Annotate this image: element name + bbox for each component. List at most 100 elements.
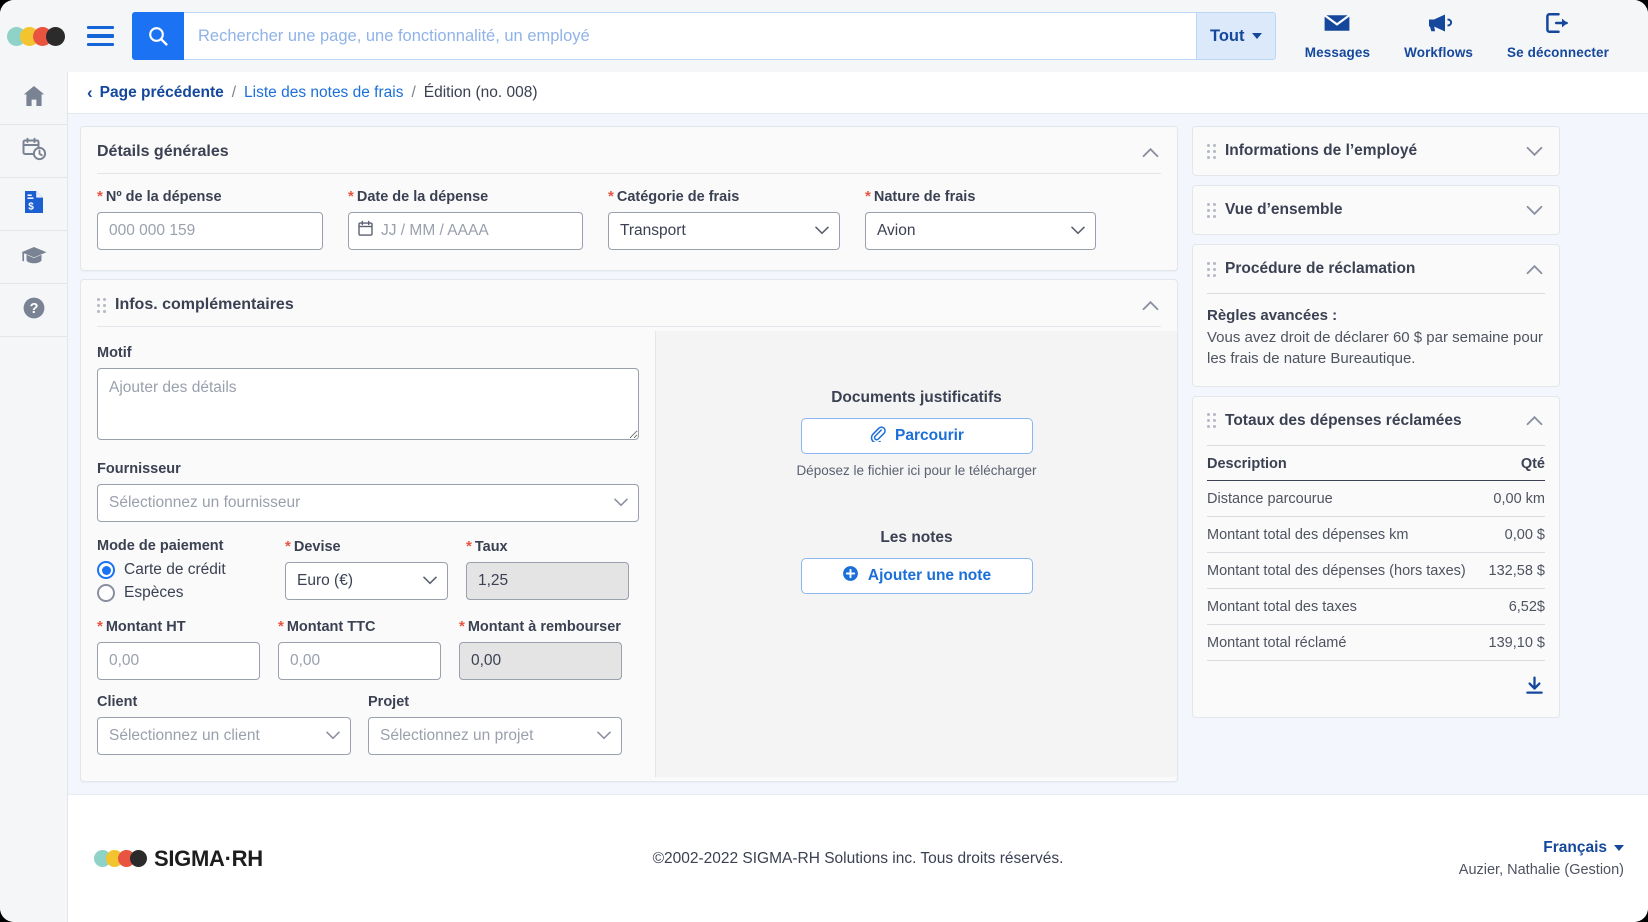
sidebar-item-time[interactable]: [0, 125, 68, 178]
payment-currency-rate-row: Mode de paiement Carte de crédit Espèces: [97, 538, 639, 602]
search-icon[interactable]: [132, 12, 184, 60]
search-input[interactable]: [184, 12, 1196, 60]
megaphone-icon: [1425, 12, 1453, 39]
devise-label-text: Devise: [294, 539, 341, 555]
search-scope-dropdown[interactable]: Tout: [1196, 12, 1276, 60]
table-row: Montant total des dépenses km 0,00 $: [1207, 516, 1545, 552]
svg-text:$: $: [28, 201, 34, 212]
plus-circle-icon: [842, 565, 859, 587]
category-select[interactable]: Transport: [608, 212, 840, 250]
employee-info-header[interactable]: Informations de l’employé: [1193, 127, 1559, 175]
devise-select[interactable]: Euro (€): [285, 562, 448, 600]
claim-procedure-header[interactable]: Procédure de réclamation: [1193, 245, 1559, 293]
breadcrumb: ‹ Page précédente / Liste des notes de f…: [68, 72, 1648, 114]
chevron-up-icon: [1526, 415, 1543, 426]
totals-header[interactable]: Totaux des dépenses réclamées: [1193, 397, 1559, 445]
claim-procedure-panel: Procédure de réclamation Règles avancées…: [1192, 244, 1560, 387]
breadcrumb-back-button[interactable]: ‹ Page précédente: [87, 84, 224, 102]
calendar-icon: [358, 221, 373, 242]
taux-input: [466, 562, 629, 600]
field-montant-rembourser: * Montant à rembourser: [459, 618, 622, 680]
sidebar-item-training[interactable]: [0, 231, 68, 284]
montant-rembourser-input: [459, 642, 622, 680]
documents-title: Documents justificatifs: [831, 389, 1002, 407]
montant-rembourser-label: * Montant à rembourser: [459, 618, 622, 635]
client-value: Sélectionnez un client: [109, 727, 260, 745]
expense-no-input[interactable]: [97, 212, 323, 250]
totals-col-description: Description: [1207, 446, 1484, 481]
radio-especes[interactable]: Espèces: [97, 584, 267, 602]
breadcrumb-list-link[interactable]: Liste des notes de frais: [244, 84, 403, 102]
fournisseur-label: Fournisseur: [97, 461, 639, 477]
messages-button[interactable]: Messages: [1288, 12, 1387, 60]
totals-table: Description Qté Distance parcourue 0,00 …: [1207, 446, 1545, 661]
drag-handle-icon[interactable]: [97, 298, 106, 313]
totals-row-description: Montant total réclamé: [1207, 624, 1484, 660]
browse-button[interactable]: Parcourir: [801, 418, 1033, 454]
totals-row-value: 0,00 km: [1484, 480, 1545, 516]
field-montant-ht: * Montant HT: [97, 618, 260, 680]
totals-panel: Totaux des dépenses réclamées Descriptio…: [1192, 396, 1560, 718]
collapse-claim-procedure-button[interactable]: [1523, 258, 1545, 280]
required-marker: *: [348, 188, 354, 205]
sidebar-item-help[interactable]: ?: [0, 284, 68, 337]
complementary-info-body: Motif Fournisseur Sélectionnez un fourni…: [81, 327, 1177, 777]
sidebar-item-expenses[interactable]: $: [0, 178, 68, 231]
radio-carte-de-credit[interactable]: Carte de crédit: [97, 561, 267, 579]
client-select[interactable]: Sélectionnez un client: [97, 717, 351, 755]
expense-date-label-text: Date de la dépense: [357, 189, 488, 205]
top-header-bar: Tout Messages: [0, 0, 1648, 72]
nature-select[interactable]: Avion: [865, 212, 1096, 250]
current-user-label: Auzier, Nathalie (Gestion): [1459, 862, 1624, 878]
montant-ht-input[interactable]: [97, 642, 260, 680]
devise-value: Euro (€): [297, 572, 353, 590]
sidebar-item-home[interactable]: [0, 72, 68, 125]
expand-overview-button[interactable]: [1523, 199, 1545, 221]
drag-handle-icon[interactable]: [1207, 413, 1216, 428]
add-note-button[interactable]: Ajouter une note: [801, 558, 1033, 594]
nature-value: Avion: [877, 222, 916, 240]
chevron-down-icon: [1526, 205, 1543, 216]
motif-label: Motif: [97, 345, 639, 361]
graduation-cap-icon: [20, 242, 48, 273]
chevron-left-icon: ‹: [87, 84, 93, 101]
montant-ttc-input[interactable]: [278, 642, 441, 680]
workflows-button[interactable]: Workflows: [1387, 12, 1490, 60]
totals-row-value: 0,00 $: [1484, 516, 1545, 552]
collapse-general-details-button[interactable]: [1139, 141, 1161, 163]
fournisseur-select[interactable]: Sélectionnez un fournisseur: [97, 484, 639, 522]
radio-especes-label: Espèces: [124, 584, 183, 602]
browse-label: Parcourir: [895, 427, 964, 445]
projet-value: Sélectionnez un projet: [380, 727, 533, 745]
collapse-totals-button[interactable]: [1523, 410, 1545, 432]
footer-right: Français Auzier, Nathalie (Gestion): [1459, 839, 1624, 878]
drag-handle-icon[interactable]: [1207, 203, 1216, 218]
logout-button[interactable]: Se déconnecter: [1490, 12, 1626, 60]
main-content-column: Détails générales * Nº de la dépense: [80, 126, 1178, 782]
drag-handle-icon[interactable]: [1207, 144, 1216, 159]
expense-no-label-text: Nº de la dépense: [106, 189, 222, 205]
language-selector[interactable]: Français: [1543, 839, 1624, 857]
language-label: Français: [1543, 839, 1607, 857]
drag-handle-icon[interactable]: [1207, 262, 1216, 277]
field-nature: * Nature de frais Avion: [865, 188, 1096, 250]
claim-procedure-body: Règles avancées : Vous avez droit de déc…: [1193, 294, 1559, 386]
totals-row-description: Montant total des dépenses (hors taxes): [1207, 552, 1484, 588]
download-icon[interactable]: [1524, 675, 1545, 701]
envelope-icon: [1323, 12, 1351, 39]
required-marker: *: [97, 618, 103, 635]
expand-employee-info-button[interactable]: [1523, 140, 1545, 162]
messages-label: Messages: [1305, 45, 1370, 60]
required-marker: *: [466, 538, 472, 555]
projet-select[interactable]: Sélectionnez un projet: [368, 717, 622, 755]
collapse-complementary-info-button[interactable]: [1139, 294, 1161, 316]
page-footer: SIGMA·RH ©2002-2022 SIGMA-RH Solutions i…: [68, 794, 1648, 922]
expense-date-input[interactable]: [348, 212, 583, 250]
required-marker: *: [285, 538, 291, 555]
motif-textarea[interactable]: [97, 368, 639, 440]
overview-header[interactable]: Vue d’ensemble: [1193, 186, 1559, 234]
rules-text: Vous avez droit de déclarer 60 $ par sem…: [1207, 327, 1545, 370]
left-navigation-rail: $ ?: [0, 72, 68, 922]
menu-toggle-button[interactable]: [72, 0, 128, 72]
general-details-title: Détails générales: [97, 143, 229, 161]
